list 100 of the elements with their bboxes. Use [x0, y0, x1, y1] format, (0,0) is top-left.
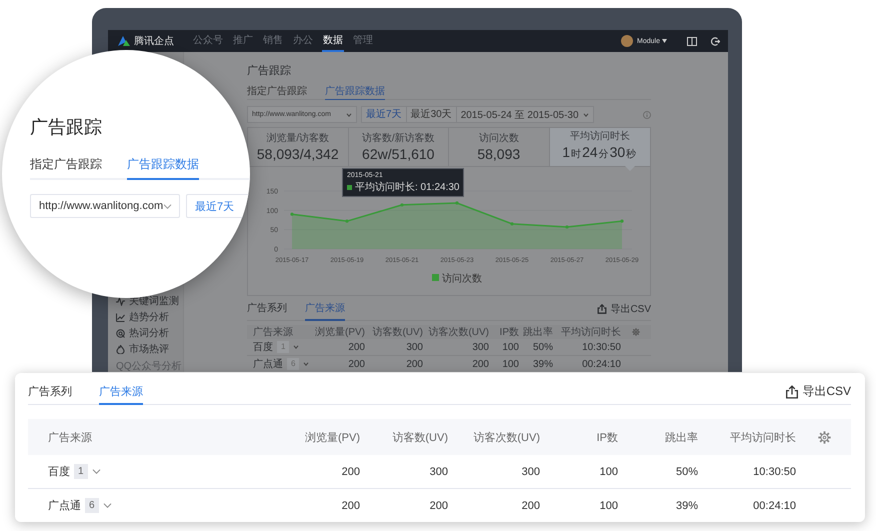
count-badge: 6: [287, 358, 300, 370]
count-badge: 6: [85, 498, 99, 513]
table-cell-text: 300: [405, 342, 424, 352]
column-header: 访客次数(UV): [427, 326, 490, 339]
flame-icon: [116, 344, 125, 354]
nav-item[interactable]: 管理: [352, 30, 374, 52]
column-header: 跳出率: [664, 430, 699, 444]
stat-value: 58,093: [477, 146, 520, 162]
table-cell-text: 300: [471, 342, 490, 352]
tooltip-text: 平均访问时长: 01:24:30: [355, 180, 460, 194]
table-cell-text: 50%: [532, 342, 554, 352]
table-cell-text: 10:30:50: [752, 466, 797, 478]
stat-value: 62w/51,610: [362, 146, 434, 162]
target-icon: [116, 328, 125, 338]
tab[interactable]: 广告来源: [99, 384, 143, 405]
table-cell-text: 200: [471, 358, 490, 370]
tab[interactable]: 广告来源: [305, 302, 345, 321]
column-header: 平均访问时长: [560, 326, 622, 339]
export-button[interactable]: 导出CSV: [597, 302, 651, 320]
range-button[interactable]: 最近7天: [361, 106, 406, 123]
stat-label: 访问次数: [478, 132, 519, 144]
column-header: 访客数(UV): [391, 430, 449, 444]
nav-item[interactable]: 数据: [322, 30, 344, 52]
stat-value: 1时24分30秒: [562, 144, 638, 162]
data-point: [455, 201, 459, 205]
stat-tile[interactable]: 访客数/新访客数 62w/51,610: [348, 128, 449, 166]
logo-text: 腾讯企点: [134, 34, 174, 48]
table-cell-text: 39%: [674, 500, 699, 512]
chevron-down-icon[interactable]: [102, 501, 112, 510]
nav-item[interactable]: 推广: [232, 30, 254, 52]
chevron-down-icon[interactable]: [582, 112, 589, 118]
column-header: 跳出率: [522, 326, 554, 339]
tab[interactable]: 广告系列: [247, 302, 287, 321]
table-cell-text: 300: [428, 466, 449, 478]
data-point: [565, 225, 569, 229]
page-title: 广告跟踪: [30, 116, 103, 138]
stat-label: 浏览量/访客数: [266, 132, 330, 144]
table-cell-text: 200: [340, 500, 361, 512]
page-title: 广告跟踪: [247, 64, 292, 78]
settings-icon[interactable]: [818, 430, 830, 444]
chevron-down-icon[interactable]: [293, 344, 300, 350]
export-button[interactable]: 导出CSV: [785, 383, 851, 404]
range-button[interactable]: 最近7天: [186, 194, 250, 218]
column-header: 广告来源: [47, 430, 93, 444]
nav-item[interactable]: 办公: [292, 30, 314, 52]
table-cell-text: 100: [598, 466, 619, 478]
table-cell-text: 50%: [674, 466, 699, 478]
column-header: 平均访问时长: [729, 430, 797, 444]
table-cell-text: 200: [520, 500, 541, 512]
tab[interactable]: 广告跟踪数据: [127, 156, 199, 180]
table-cell-text: 200: [340, 466, 361, 478]
pulse-icon: [116, 296, 125, 306]
column-header: IP数: [498, 326, 520, 339]
column-header: 浏览量(PV): [314, 326, 366, 339]
series-swatch-icon: [347, 184, 352, 190]
table-cell-text: 100: [501, 342, 520, 352]
data-point: [510, 222, 514, 226]
table-cell-text: 100: [501, 358, 520, 370]
table-cell-text: 200: [405, 358, 424, 370]
column-header: 访客次数(UV): [472, 430, 541, 444]
nav-item[interactable]: 销售: [262, 30, 284, 52]
chevron-down-icon[interactable]: [92, 467, 101, 476]
tab[interactable]: 指定广告跟踪: [247, 85, 307, 100]
site-select[interactable]: http://www.wanlitong.com: [30, 194, 180, 218]
data-point: [345, 220, 349, 223]
sidebar-item[interactable]: 市场热评: [116, 341, 183, 357]
stat-label: 平均访问时长: [570, 131, 630, 143]
info-icon[interactable]: [643, 110, 651, 118]
logout-icon[interactable]: [711, 36, 720, 46]
settings-icon[interactable]: [632, 328, 640, 336]
data-point: [620, 220, 624, 223]
tab[interactable]: 广告跟踪数据: [325, 85, 385, 100]
sidebar-item[interactable]: 趋势分析: [116, 309, 183, 325]
nav-item[interactable]: 公众号: [192, 30, 224, 52]
caret-icon: [662, 39, 667, 43]
table-cell-text: 39%: [532, 358, 554, 370]
export-icon[interactable]: [785, 384, 800, 398]
range-button[interactable]: 最近30天: [406, 106, 456, 123]
source-name: 广点通: [48, 498, 81, 513]
tab[interactable]: 广告系列: [28, 384, 72, 405]
source-name: 广点通: [253, 358, 283, 371]
table-cell-text: 00:24:10: [752, 500, 797, 512]
chevron-down-icon[interactable]: [163, 202, 172, 210]
data-point: [290, 212, 294, 216]
sidebar-item[interactable]: 热词分析: [116, 325, 183, 341]
column-header: IP数: [596, 430, 619, 444]
tab[interactable]: 指定广告跟踪: [30, 156, 102, 180]
date-range-select[interactable]: 2015-05-24 至 2015-05-30: [456, 106, 594, 123]
logo-icon[interactable]: [117, 35, 131, 47]
legend-label: 访问次数: [442, 274, 482, 284]
avatar[interactable]: [621, 35, 634, 47]
chevron-down-icon[interactable]: [346, 112, 352, 118]
table-cell-text: 200: [347, 342, 366, 352]
table-cell-text: 10:30:50: [581, 342, 622, 352]
table-cell-text: 200: [347, 358, 366, 370]
column-header: 广告来源: [252, 326, 294, 339]
table-cell-text: 100: [598, 500, 619, 512]
chevron-down-icon[interactable]: [303, 361, 310, 367]
column-header: 访客数(UV): [371, 326, 424, 339]
book-icon[interactable]: [687, 36, 697, 46]
